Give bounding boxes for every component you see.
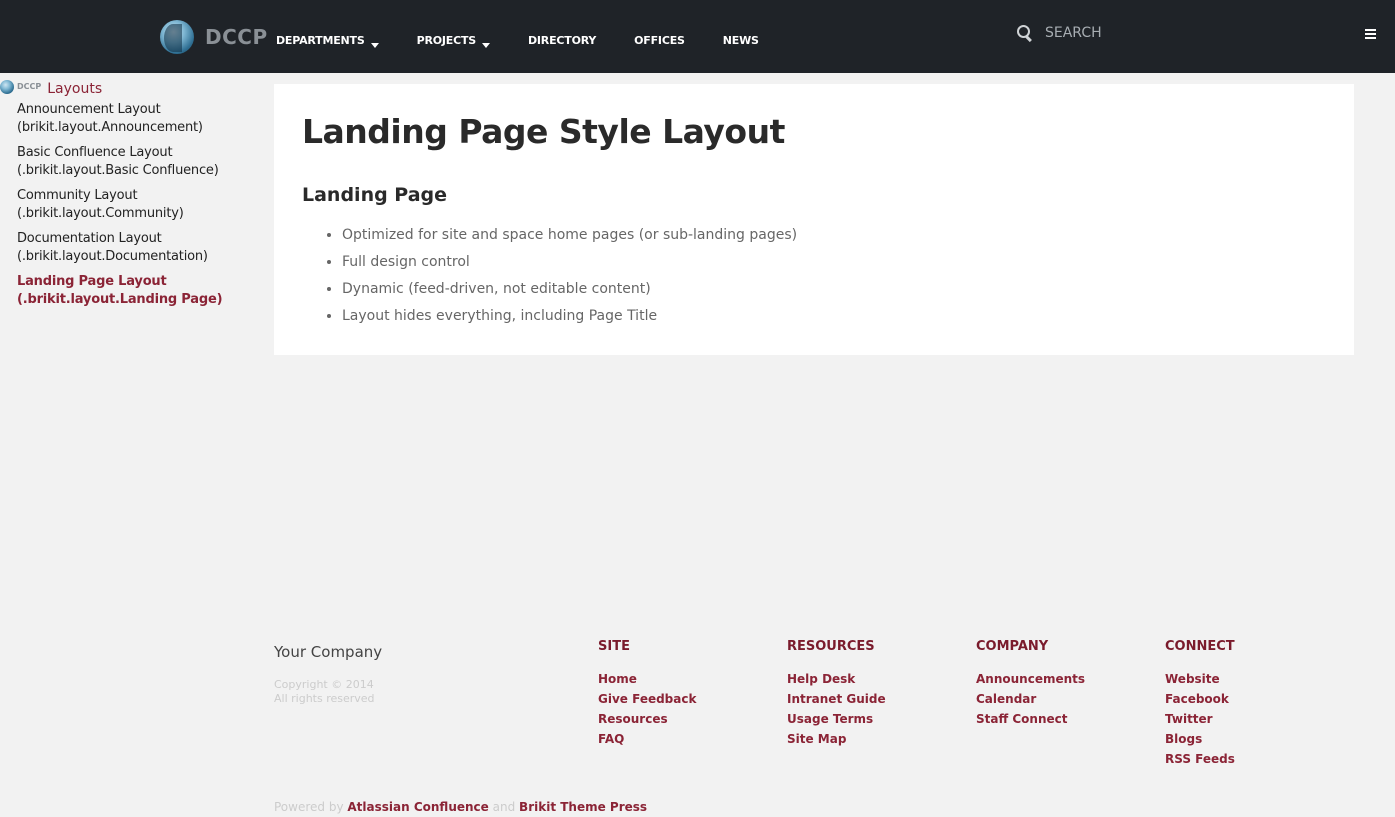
- powered-by: Powered by Atlassian Confluence and Brik…: [274, 800, 647, 814]
- page-title: Landing Page Style Layout: [302, 112, 785, 151]
- atlassian-confluence-link[interactable]: Atlassian Confluence: [347, 800, 488, 814]
- footer-link-help-desk[interactable]: Help Desk: [787, 669, 886, 689]
- nav-label: DIRECTORY: [527, 34, 597, 47]
- sidebar-title[interactable]: Layouts: [47, 81, 102, 97]
- powered-by-text: Powered by: [274, 800, 344, 814]
- footer-link-website[interactable]: Website: [1165, 669, 1235, 689]
- footer-link-home[interactable]: Home: [598, 669, 696, 689]
- footer-link-staff-connect[interactable]: Staff Connect: [976, 709, 1085, 729]
- logo-icon: [160, 20, 194, 54]
- footer-link-site-map[interactable]: Site Map: [787, 729, 886, 749]
- footer-link-announcements[interactable]: Announcements: [976, 669, 1085, 689]
- nav-label: PROJECTS: [416, 34, 477, 47]
- hamburger-menu-icon[interactable]: [1365, 29, 1376, 39]
- main-content: Landing Page Style Layout Landing Page O…: [274, 84, 1354, 355]
- nav-directory[interactable]: DIRECTORY: [528, 34, 596, 48]
- footer-column-heading: CONNECT: [1165, 639, 1235, 654]
- footer-copyright: Copyright © 2014 All rights reserved: [274, 678, 375, 706]
- space-logo-icon[interactable]: [0, 79, 14, 94]
- search-box: [1016, 24, 1225, 42]
- footer-column-site: SITE Home Give Feedback Resources FAQ: [598, 639, 696, 749]
- sidebar-item-announcement-layout[interactable]: Announcement Layout (brikit.layout.Annou…: [17, 101, 232, 137]
- footer-column-heading: RESOURCES: [787, 639, 875, 654]
- list-item: Full design control: [342, 249, 797, 276]
- footer-column-heading: SITE: [598, 639, 630, 654]
- sidebar-item-community-layout[interactable]: Community Layout (.brikit.layout.Communi…: [17, 187, 232, 223]
- caret-down-icon: [481, 43, 490, 48]
- sidebar-item-documentation-layout[interactable]: Documentation Layout (.brikit.layout.Doc…: [17, 230, 232, 266]
- nav-departments[interactable]: DEPARTMENTS: [276, 34, 379, 48]
- nav-label: DEPARTMENTS: [276, 34, 365, 47]
- bullet-list: Optimized for site and space home pages …: [342, 222, 797, 330]
- footer-column-heading: COMPANY: [976, 639, 1049, 654]
- footer-column-company: COMPANY Announcements Calendar Staff Con…: [976, 639, 1085, 729]
- list-item: Optimized for site and space home pages …: [342, 222, 797, 249]
- sidebar-page-tree: Announcement Layout (brikit.layout.Annou…: [17, 101, 232, 316]
- footer-column-resources: RESOURCES Help Desk Intranet Guide Usage…: [787, 639, 886, 749]
- nav-label: OFFICES: [634, 34, 685, 47]
- main-nav: DEPARTMENTS PROJECTS DIRECTORY OFFICES N…: [276, 34, 797, 48]
- sidebar-item-landing-page-layout[interactable]: Landing Page Layout (.brikit.layout.Land…: [17, 273, 232, 309]
- sidebar-item-basic-confluence-layout[interactable]: Basic Confluence Layout (.brikit.layout.…: [17, 144, 232, 180]
- nav-label: NEWS: [722, 34, 759, 47]
- footer-link-calendar[interactable]: Calendar: [976, 689, 1085, 709]
- search-icon[interactable]: [1016, 24, 1034, 42]
- search-input[interactable]: [1045, 25, 1225, 41]
- site-logo[interactable]: DCCP: [160, 19, 268, 55]
- footer-link-usage-terms[interactable]: Usage Terms: [787, 709, 886, 729]
- copyright-text: Copyright © 2014: [274, 678, 374, 691]
- footer-link-blogs[interactable]: Blogs: [1165, 729, 1235, 749]
- footer-link-resources[interactable]: Resources: [598, 709, 696, 729]
- footer-link-twitter[interactable]: Twitter: [1165, 709, 1235, 729]
- powered-and-text: and: [492, 800, 516, 814]
- nav-offices[interactable]: OFFICES: [634, 34, 685, 48]
- list-item: Dynamic (feed-driven, not editable conte…: [342, 276, 797, 303]
- footer-link-faq[interactable]: FAQ: [598, 729, 696, 749]
- nav-projects[interactable]: PROJECTS: [417, 34, 490, 48]
- top-navigation-bar: DCCP DEPARTMENTS PROJECTS DIRECTORY OFFI…: [0, 0, 1395, 73]
- rights-text: All rights reserved: [274, 692, 375, 705]
- caret-down-icon: [370, 43, 379, 48]
- nav-news[interactable]: NEWS: [723, 34, 759, 48]
- sidebar-header: DCCP Layouts: [0, 76, 102, 97]
- footer-link-facebook[interactable]: Facebook: [1165, 689, 1235, 709]
- footer-link-intranet-guide[interactable]: Intranet Guide: [787, 689, 886, 709]
- space-logo-text: DCCP: [17, 82, 42, 91]
- footer-company-name: Your Company: [274, 643, 383, 661]
- footer-link-give-feedback[interactable]: Give Feedback: [598, 689, 696, 709]
- logo-text: DCCP: [205, 25, 268, 49]
- footer-link-rss-feeds[interactable]: RSS Feeds: [1165, 749, 1235, 769]
- brikit-theme-press-link[interactable]: Brikit Theme Press: [519, 800, 647, 814]
- footer-column-connect: CONNECT Website Facebook Twitter Blogs R…: [1165, 639, 1235, 769]
- list-item: Layout hides everything, including Page …: [342, 303, 797, 330]
- section-heading: Landing Page: [302, 184, 448, 206]
